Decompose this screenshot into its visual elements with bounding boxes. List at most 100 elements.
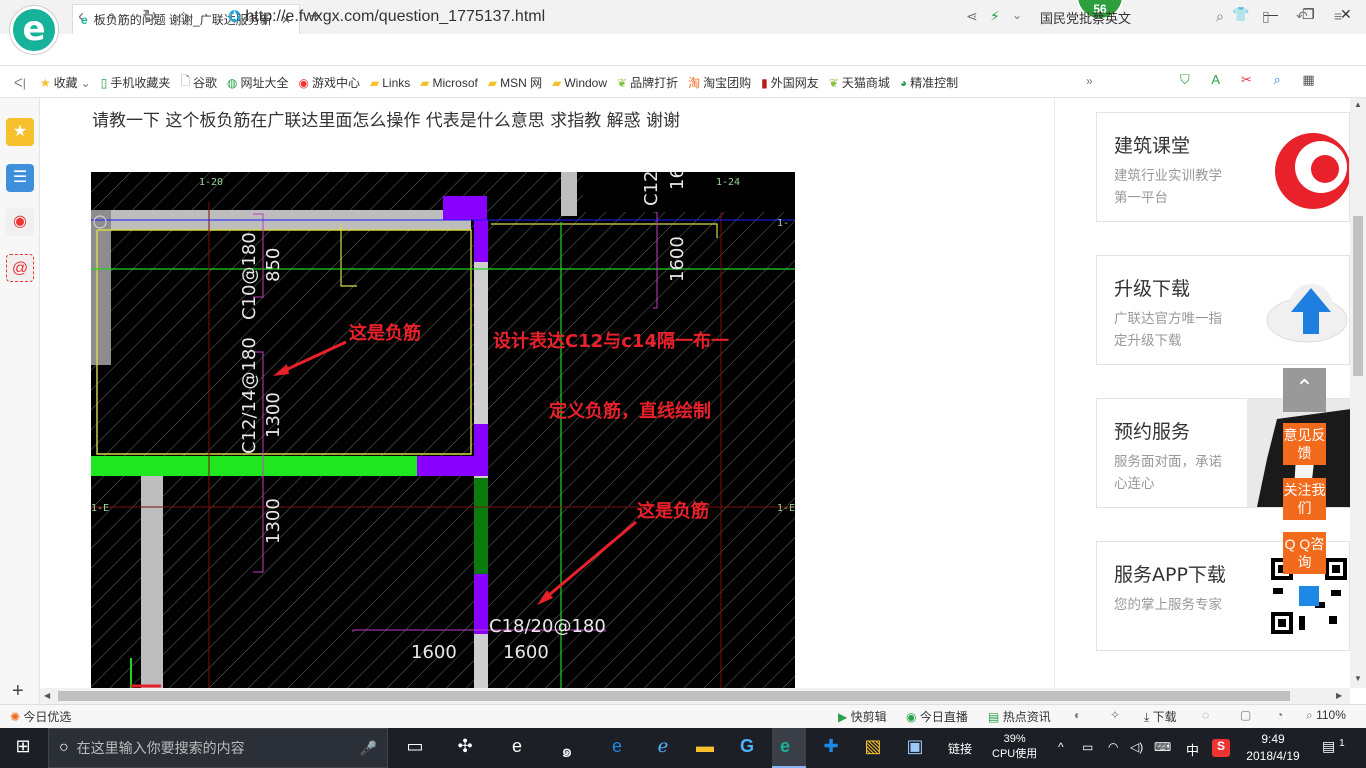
search-icon[interactable]: ⌕ — [1216, 8, 1224, 25]
today-pick-link[interactable]: ✺ 今日优选 — [10, 708, 71, 725]
zoom-control[interactable]: ⌕ 110% — [1306, 708, 1346, 723]
horizontal-scrollbar[interactable]: ◀ ▶ — [40, 688, 1350, 704]
weibo-icon[interactable]: ◉ — [6, 208, 34, 236]
windows-start-icon[interactable]: ⊞ — [10, 736, 36, 760]
ime-indicator[interactable]: 中 — [1186, 740, 1199, 759]
bookmark-item[interactable]: 淘淘宝团购 — [688, 72, 751, 93]
keyboard-icon[interactable]: ⌨ — [1154, 740, 1171, 754]
browser-taskbar-button[interactable]: e — [772, 728, 806, 768]
live-link[interactable]: ◉ 今日直播 — [906, 708, 968, 725]
taskbar-search[interactable]: ○ 在这里输入你要搜索的内容 🎤 — [48, 728, 388, 768]
speed-icon[interactable]: ◐ — [1074, 708, 1081, 722]
battery-icon[interactable]: ▭ — [1082, 740, 1093, 754]
apps-icon[interactable]: ▦ — [1302, 72, 1314, 87]
links-toolbar[interactable]: 链接 — [948, 740, 972, 757]
pinwheel-app-icon[interactable]: ✣ — [452, 736, 478, 760]
card-building-class[interactable]: 建筑课堂 建筑行业实训教学第一平台 — [1096, 112, 1350, 222]
bookmark-item[interactable]: 🗋 谷歌 — [180, 72, 217, 93]
secure-site-icon: ✪ — [228, 9, 242, 26]
purple-beam — [417, 456, 487, 476]
refresh-button[interactable]: ↻ — [142, 6, 157, 27]
horizontal-scroll-thumb[interactable] — [58, 691, 1290, 701]
back-to-top-button[interactable]: ⌃ — [1283, 368, 1326, 412]
mail-app-icon[interactable]: ▣ — [902, 736, 928, 760]
chevron-down-icon[interactable]: ⌄ — [1012, 8, 1022, 22]
bookmark-item[interactable]: ▯ 手机收藏夹 — [101, 72, 171, 93]
phone-icon: ▯ — [100, 75, 108, 90]
scroll-up-arrow[interactable]: ▲ — [1354, 100, 1362, 109]
lightbulb-icon: ✺ — [10, 710, 21, 724]
bookmark-item[interactable]: ❦ 品牌打折 — [617, 72, 678, 93]
undo-close-icon[interactable]: ↶ — [1296, 8, 1308, 25]
shield-icon[interactable]: ⛉ — [1180, 72, 1190, 87]
clear-icon[interactable]: ◌ — [1202, 708, 1209, 722]
vertical-scrollbar[interactable]: ▲ ▼ — [1350, 98, 1366, 688]
glodon-app-icon[interactable]: G — [734, 736, 760, 760]
bookmark-item[interactable]: ▰ Window — [552, 72, 607, 93]
ie-browser-icon[interactable]: ℯ — [650, 736, 676, 760]
window-icon[interactable]: ▢ — [1240, 708, 1251, 722]
browser-logo-icon[interactable]: e — [10, 6, 58, 54]
file-explorer-icon[interactable]: ▬ — [692, 736, 718, 760]
tools-icon[interactable]: ✧ — [1110, 708, 1120, 722]
bookmark-item[interactable]: ★ 收藏 ⌄ — [40, 72, 91, 93]
news-link[interactable]: ▤ 热点资讯 — [988, 708, 1051, 725]
forward-button[interactable]: › — [110, 6, 116, 27]
edge-blue-icon[interactable]: e — [604, 736, 630, 760]
follow-us-button[interactable]: 关注我们 — [1283, 478, 1326, 520]
feedback-button[interactable]: 意见反馈 — [1283, 423, 1326, 465]
email-icon[interactable]: @ — [6, 254, 34, 282]
reading-list-icon[interactable]: ☰ — [6, 164, 34, 192]
back-button[interactable]: ‹ — [78, 6, 84, 27]
bookmark-item[interactable]: ▮ 外国网友 — [761, 72, 819, 93]
find-icon[interactable]: ⌕ — [1274, 72, 1281, 87]
quick-cut-link[interactable]: ▶ 快剪辑 — [838, 708, 887, 725]
qq-consult-button[interactable]: Q Q咨询 — [1283, 532, 1326, 574]
shirt-skin-icon[interactable]: 👕 — [1232, 6, 1249, 23]
folder-icon: ▰ — [420, 75, 430, 90]
volume-icon[interactable]: ◁) — [1130, 740, 1143, 754]
download-link[interactable]: ⤓ 下载 — [1144, 708, 1177, 725]
bookmark-item[interactable]: ◉ 游戏中心 — [299, 72, 361, 93]
search-box[interactable]: 国民党批蔡英文 — [1040, 6, 1230, 28]
bookmark-item[interactable]: ▰ MSN 网 — [488, 72, 542, 93]
address-bar[interactable]: ✪ http://e.fwxgx.com/question_1775137.ht… — [228, 6, 545, 28]
card-upgrade-download[interactable]: 升级下载 广联达官方唯一指定升级下载 — [1096, 255, 1350, 365]
menu-icon[interactable]: ≡ — [1334, 8, 1342, 24]
tray-chevron-up-icon[interactable]: ^ — [1058, 740, 1064, 754]
bookmark-item[interactable]: ▰ Microsof — [420, 72, 478, 93]
windows-taskbar: ⊞ ○ 在这里输入你要搜索的内容 🎤 ▭ ✣ e ๑ e ℯ ▬ G e ✚ ▧… — [0, 728, 1366, 768]
home-button[interactable]: ⌂ — [178, 6, 189, 27]
task-view-icon[interactable]: ▭ — [402, 736, 428, 760]
bookmark-more-icon[interactable]: » — [1086, 74, 1093, 88]
add-sidebar-button[interactable]: + — [12, 680, 24, 703]
notification-center[interactable]: ▤ 1 — [1322, 738, 1345, 755]
sound-icon[interactable]: ◔ — [1276, 708, 1283, 722]
edge-browser-icon[interactable]: e — [504, 736, 530, 760]
sogou-ime-icon[interactable]: S — [1212, 739, 1230, 757]
translate-icon[interactable]: A — [1211, 72, 1219, 87]
scroll-down-arrow[interactable]: ▼ — [1354, 674, 1362, 683]
bookmark-item[interactable]: ◍ 网址大全 — [227, 72, 289, 93]
bookmark-item[interactable]: ❦ 天猫商城 — [829, 72, 890, 93]
bookmark-item[interactable]: ◕ 精准控制 — [900, 72, 958, 93]
clock[interactable]: 9:49 2018/4/19 — [1238, 731, 1308, 765]
phone-sync-icon[interactable]: ▯ — [1262, 8, 1270, 25]
vertical-scroll-thumb[interactable] — [1353, 216, 1363, 376]
plus-app-icon[interactable]: ✚ — [818, 736, 844, 760]
lightning-icon[interactable]: ⚡ — [990, 8, 1000, 25]
scroll-left-arrow[interactable]: ◀ — [44, 691, 50, 700]
scroll-right-arrow[interactable]: ▶ — [1336, 691, 1342, 700]
notes-app-icon[interactable]: ▧ — [860, 736, 886, 760]
bookmark-item[interactable]: ▰ Links — [370, 72, 410, 93]
sidebar-toggle-icon[interactable]: ᐸ| — [14, 76, 26, 90]
spiral-app-icon[interactable]: ๑ — [554, 736, 580, 761]
share-icon[interactable]: ⋖ — [966, 8, 978, 25]
screenshot-icon[interactable]: ✂ — [1241, 72, 1252, 87]
wifi-icon[interactable]: ◠ — [1108, 740, 1118, 754]
card-desc: 服务面对面，承诺心连心 — [1114, 454, 1222, 491]
favorites-star-icon[interactable]: ★ — [6, 118, 34, 146]
label-c12-top: C12 — [641, 172, 662, 206]
cpu-meter[interactable]: 39% CPU使用 — [992, 732, 1037, 762]
leaf-icon: ❦ — [617, 75, 628, 90]
